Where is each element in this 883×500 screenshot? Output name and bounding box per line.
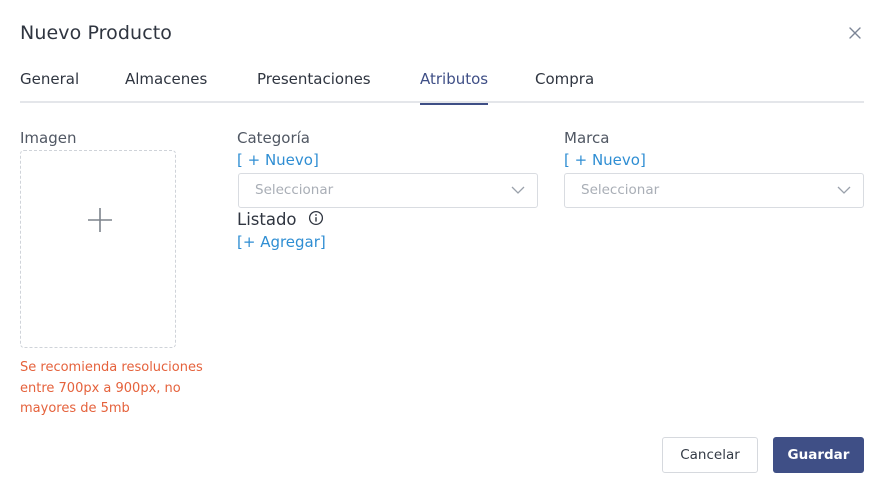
marca-new-link[interactable]: [ + Nuevo] xyxy=(564,151,646,169)
tab-atributos[interactable]: Atributos xyxy=(420,70,489,105)
tab-general[interactable]: General xyxy=(20,70,79,103)
chevron-down-icon xyxy=(511,186,525,194)
categoria-new-link[interactable]: [ + Nuevo] xyxy=(237,151,319,169)
image-upload-area[interactable] xyxy=(20,150,176,348)
categoria-select[interactable]: Seleccionar xyxy=(238,173,538,208)
plus-icon xyxy=(88,208,112,232)
chevron-down-icon xyxy=(837,186,851,194)
image-hint: Se recomienda resoluciones entre 700px a… xyxy=(20,360,203,416)
save-button[interactable]: Guardar xyxy=(773,437,864,473)
categoria-select-placeholder: Seleccionar xyxy=(255,182,334,198)
listado-add-link[interactable]: [+ Agregar] xyxy=(237,233,326,251)
close-icon[interactable] xyxy=(846,24,864,42)
cancel-button[interactable]: Cancelar xyxy=(662,437,758,473)
tab-bar: General Almacenes Presentaciones Atribut… xyxy=(20,70,864,105)
listado-label: Listado xyxy=(237,210,297,229)
marca-label: Marca xyxy=(564,129,610,147)
tab-presentaciones[interactable]: Presentaciones xyxy=(257,70,371,103)
tab-almacenes[interactable]: Almacenes xyxy=(125,70,207,103)
tab-compra[interactable]: Compra xyxy=(535,70,594,103)
info-icon xyxy=(308,210,324,226)
dialog-title: Nuevo Producto xyxy=(20,22,173,44)
marca-select-placeholder: Seleccionar xyxy=(581,182,660,198)
marca-select[interactable]: Seleccionar xyxy=(564,173,864,208)
categoria-label: Categoría xyxy=(237,129,311,147)
imagen-label: Imagen xyxy=(20,129,77,147)
